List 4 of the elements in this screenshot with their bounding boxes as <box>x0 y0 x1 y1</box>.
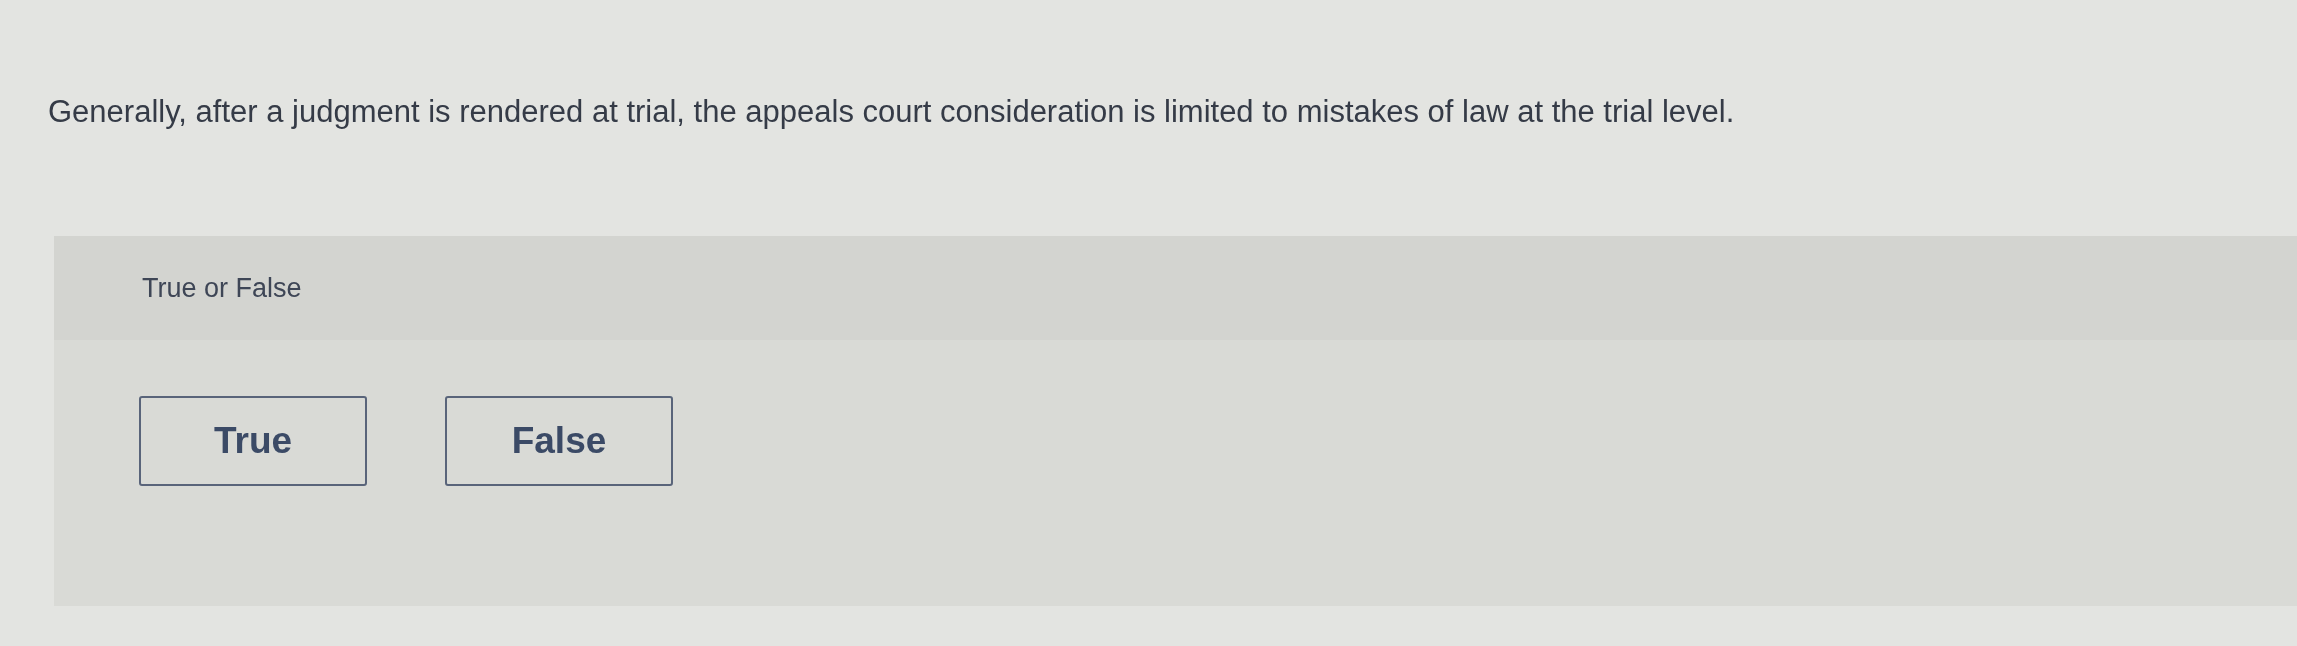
prompt-label: True or False <box>142 272 302 305</box>
answer-option[interactable]: False <box>445 396 673 486</box>
question-text: Generally, after a judgment is rendered at trial, the appeals court consideration is limited to mistakes of law at the trial level. <box>48 93 1735 131</box>
answer-option[interactable]: True <box>139 396 367 486</box>
